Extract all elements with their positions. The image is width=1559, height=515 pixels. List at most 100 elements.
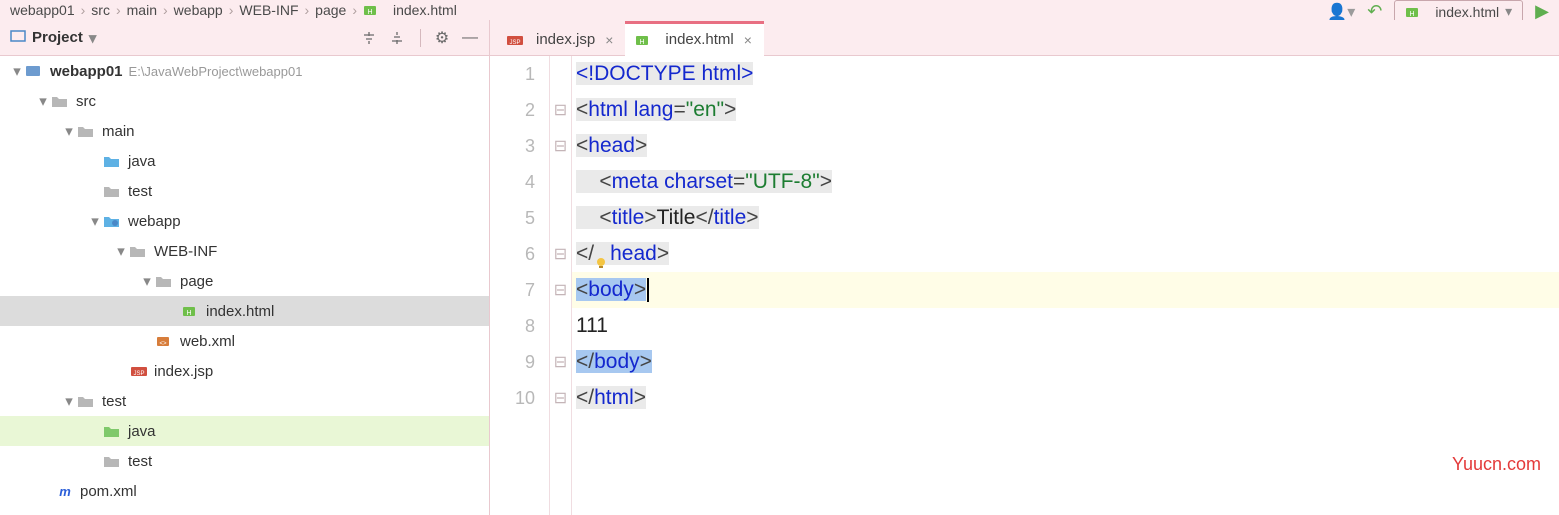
chevron-down-icon[interactable]: ▾ xyxy=(8,62,26,80)
chevron-down-icon[interactable]: ▾ xyxy=(112,242,130,260)
breadcrumb-item[interactable]: WEB-INF xyxy=(239,2,298,18)
tree-file[interactable]: JSP index.jsp xyxy=(0,356,489,386)
module-icon xyxy=(26,64,44,78)
maven-icon: m xyxy=(56,484,74,498)
fold-icon[interactable]: ⊟ xyxy=(550,344,571,380)
chevron-down-icon[interactable]: ▾ xyxy=(34,92,52,110)
tree-label: test xyxy=(128,453,152,470)
chevron-down-icon[interactable]: ▾ xyxy=(86,212,104,230)
breadcrumb-item[interactable]: index.html xyxy=(393,2,457,18)
folder-icon xyxy=(156,274,174,288)
breadcrumb-bar: webapp01› src› main› webapp› WEB-INF› pa… xyxy=(0,0,1559,20)
dropdown-icon: ▾ xyxy=(1505,3,1512,20)
fold-icon[interactable]: ⊟ xyxy=(550,92,571,128)
run-config-label: index.html xyxy=(1435,4,1499,20)
tree-label: src xyxy=(76,93,96,110)
tree-label: java xyxy=(128,153,156,170)
tree-label: pom.xml xyxy=(80,483,137,500)
tree-folder[interactable]: java xyxy=(0,146,489,176)
tree-folder[interactable]: ▾ main xyxy=(0,116,489,146)
chevron-down-icon[interactable]: ▾ xyxy=(60,392,78,410)
tree-label: webapp xyxy=(128,213,181,230)
test-source-folder-icon xyxy=(104,424,122,438)
svg-text:JSP: JSP xyxy=(133,371,144,377)
close-icon[interactable]: × xyxy=(605,32,613,48)
project-tree[interactable]: ▾ webapp01 E:\JavaWebProject\webapp01 ▾ … xyxy=(0,56,489,515)
tree-folder[interactable]: ▾ webapp xyxy=(0,206,489,236)
breadcrumb-item[interactable]: main xyxy=(127,2,157,18)
tree-folder[interactable]: ▾ src xyxy=(0,86,489,116)
tree-label: java xyxy=(128,423,156,440)
tree-libraries[interactable]: ▸ External Libraries xyxy=(0,506,489,515)
line-number: 3 xyxy=(490,128,535,164)
folder-icon xyxy=(52,94,70,108)
svg-text:H: H xyxy=(640,39,645,46)
run-icon[interactable]: ▶ xyxy=(1535,1,1549,22)
panel-dropdown-icon[interactable]: ▾ xyxy=(89,29,97,47)
panel-title-text: Project xyxy=(32,29,83,46)
folder-icon xyxy=(78,124,96,138)
breadcrumb-item[interactable]: webapp01 xyxy=(10,2,75,18)
tab-index-html[interactable]: H index.html × xyxy=(625,21,764,55)
fold-icon[interactable]: ⊟ xyxy=(550,128,571,164)
breadcrumb-item[interactable]: page xyxy=(315,2,346,18)
collapse-all-icon[interactable] xyxy=(388,29,406,47)
chevron-down-icon[interactable]: ▾ xyxy=(60,122,78,140)
svg-text:H: H xyxy=(367,9,372,16)
watermark: Yuucn.com xyxy=(1452,454,1541,475)
folder-icon xyxy=(78,394,96,408)
tree-label: WEB-INF xyxy=(154,243,217,260)
folder-icon xyxy=(130,244,148,258)
fold-icon[interactable]: ⊟ xyxy=(550,236,571,272)
jsp-file-icon: JSP xyxy=(130,364,148,378)
tab-label: index.html xyxy=(665,31,733,48)
line-number: 9 xyxy=(490,344,535,380)
tree-folder[interactable]: test xyxy=(0,176,489,206)
tree-folder[interactable]: test xyxy=(0,446,489,476)
code-content[interactable]: <!DOCTYPE html> <html lang="en"> <head> … xyxy=(572,56,1559,515)
line-number: 8 xyxy=(490,308,535,344)
back-arrow-icon[interactable]: ↶ xyxy=(1367,1,1382,22)
tree-label: webapp01 xyxy=(50,63,123,80)
tree-label: web.xml xyxy=(180,333,235,350)
editor-tabs: JSP index.jsp × H index.html × xyxy=(490,20,1559,56)
tree-file[interactable]: m pom.xml xyxy=(0,476,489,506)
svg-text:H: H xyxy=(186,310,191,317)
breadcrumb-item[interactable]: src xyxy=(91,2,110,18)
html-file-icon: H xyxy=(363,3,381,17)
code-editor[interactable]: 1 2 3 4 5 6 7 8 9 10 ⊟ ⊟ ⊟ ⊟ ⊟ xyxy=(490,56,1559,515)
tree-path: E:\JavaWebProject\webapp01 xyxy=(129,64,303,79)
project-icon xyxy=(10,28,26,48)
web-folder-icon xyxy=(104,214,122,228)
tree-file[interactable]: <> web.xml xyxy=(0,326,489,356)
line-gutter: 1 2 3 4 5 6 7 8 9 10 xyxy=(490,56,550,515)
tree-root[interactable]: ▾ webapp01 E:\JavaWebProject\webapp01 xyxy=(0,56,489,86)
html-file-icon: H xyxy=(1405,5,1423,19)
fold-icon[interactable]: ⊟ xyxy=(550,380,571,416)
user-icon[interactable]: 👤▾ xyxy=(1327,2,1355,22)
svg-text:<>: <> xyxy=(159,341,167,347)
project-panel: Project ▾ ⚙ — ▾ webapp01 E:\JavaWebProje… xyxy=(0,20,490,515)
tree-file[interactable]: H index.html xyxy=(0,296,489,326)
expand-all-icon[interactable] xyxy=(360,29,378,47)
tree-folder[interactable]: java xyxy=(0,416,489,446)
close-icon[interactable]: × xyxy=(744,32,752,48)
fold-icon[interactable]: ⊟ xyxy=(550,272,571,308)
chevron-down-icon[interactable]: ▾ xyxy=(138,272,156,290)
intention-bulb-icon[interactable] xyxy=(594,246,610,262)
hide-icon[interactable]: — xyxy=(461,29,479,47)
folder-icon xyxy=(104,184,122,198)
folder-icon xyxy=(104,454,122,468)
svg-text:JSP: JSP xyxy=(509,40,520,46)
tree-label: index.html xyxy=(206,303,274,320)
breadcrumb-item[interactable]: webapp xyxy=(174,2,223,18)
tree-folder[interactable]: ▾ WEB-INF xyxy=(0,236,489,266)
tab-index-jsp[interactable]: JSP index.jsp × xyxy=(496,21,625,55)
source-folder-icon xyxy=(104,154,122,168)
tree-label: test xyxy=(102,393,126,410)
tree-folder[interactable]: ▾ test xyxy=(0,386,489,416)
tree-label: index.jsp xyxy=(154,363,213,380)
tree-folder[interactable]: ▾ page xyxy=(0,266,489,296)
gear-icon[interactable]: ⚙ xyxy=(433,29,451,47)
html-file-icon: H xyxy=(635,33,653,47)
